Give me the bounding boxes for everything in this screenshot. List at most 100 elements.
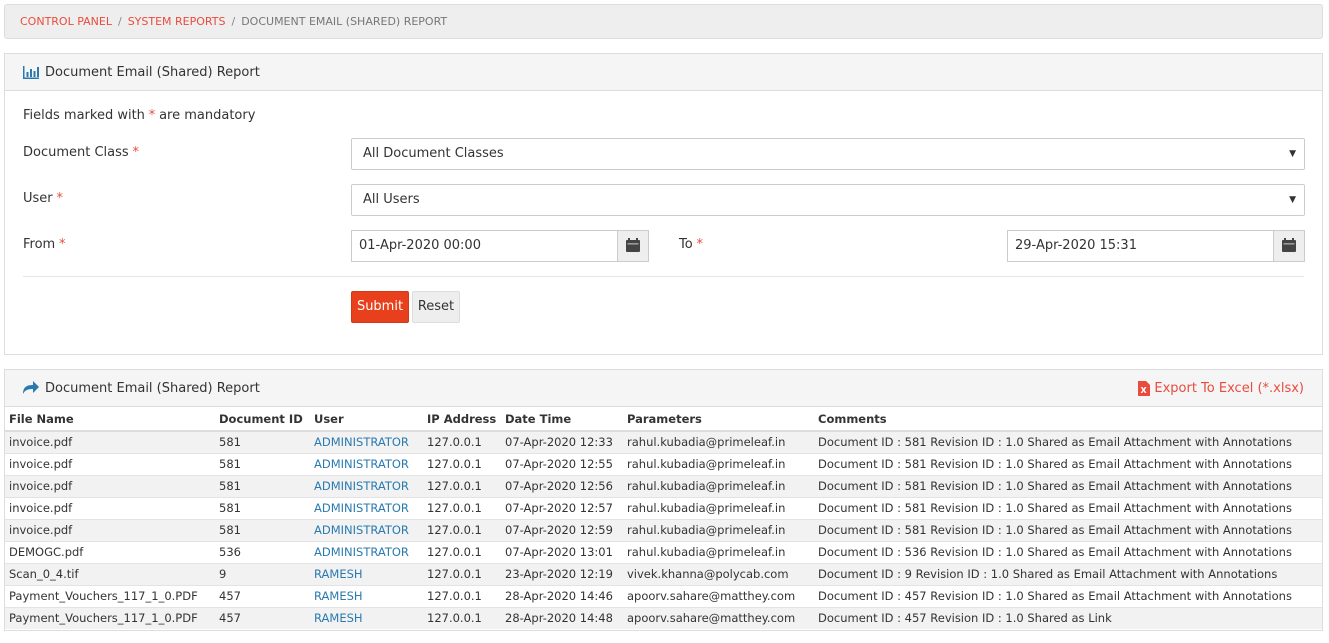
cell-user: ADMINISTRATOR	[310, 540, 423, 563]
column-header-comments[interactable]: Comments	[814, 407, 1322, 432]
document-class-select[interactable]: All Document Classes ▼	[351, 138, 1305, 170]
cell-user: ADMINISTRATOR	[310, 474, 423, 497]
report-table: File Name Document ID User IP Address Da…	[5, 407, 1322, 629]
user-link[interactable]: RAMESH	[314, 589, 363, 603]
cell-ip-address: 127.0.0.1	[423, 606, 501, 629]
cell-date-time: 23-Apr-2020 12:19	[501, 562, 623, 585]
share-arrow-icon	[23, 381, 39, 395]
required-marker: *	[56, 191, 63, 206]
breadcrumb-link-system-reports[interactable]: SYSTEM REPORTS	[128, 15, 226, 28]
cell-comments: Document ID : 581 Revision ID : 1.0 Shar…	[814, 452, 1322, 475]
cell-parameters: rahul.kubadia@primeleaf.in	[623, 540, 814, 563]
cell-user: ADMINISTRATOR	[310, 496, 423, 519]
column-header-document-id[interactable]: Document ID	[215, 407, 310, 432]
mandatory-note: Fields marked with * are mandatory	[23, 108, 255, 123]
cell-file-name: invoice.pdf	[5, 452, 215, 475]
user-link[interactable]: RAMESH	[314, 611, 363, 625]
report-filter-panel: Document Email (Shared) Report Fields ma…	[4, 53, 1323, 355]
cell-date-time: 07-Apr-2020 12:57	[501, 496, 623, 519]
table-header-row: File Name Document ID User IP Address Da…	[5, 407, 1322, 432]
cell-parameters: vivek.khanna@polycab.com	[623, 562, 814, 585]
table-row: Payment_Vouchers_117_1_0.PDF 457 RAMESH …	[5, 606, 1322, 629]
cell-document-id: 536	[215, 540, 310, 563]
cell-document-id: 581	[215, 496, 310, 519]
cell-user: ADMINISTRATOR	[310, 430, 423, 453]
chevron-down-icon: ▼	[1289, 195, 1296, 205]
cell-parameters: rahul.kubadia@primeleaf.in	[623, 430, 814, 453]
cell-document-id: 581	[215, 518, 310, 541]
breadcrumb-link-control-panel[interactable]: CONTROL PANEL	[20, 15, 112, 28]
from-label: From	[23, 237, 56, 252]
cell-parameters: rahul.kubadia@primeleaf.in	[623, 452, 814, 475]
from-label-row: From *	[23, 237, 66, 252]
cell-comments: Document ID : 457 Revision ID : 1.0 Shar…	[814, 584, 1322, 607]
cell-parameters: rahul.kubadia@primeleaf.in	[623, 474, 814, 497]
from-calendar-button[interactable]	[617, 230, 649, 262]
cell-date-time: 07-Apr-2020 13:01	[501, 540, 623, 563]
document-class-label: Document Class	[23, 145, 129, 160]
report-results-panel: Document Email (Shared) Report X Export …	[4, 369, 1323, 631]
bar-chart-icon	[23, 65, 39, 79]
cell-file-name: DEMOGC.pdf	[5, 540, 215, 563]
user-select[interactable]: All Users ▼	[351, 184, 1305, 216]
cell-ip-address: 127.0.0.1	[423, 474, 501, 497]
table-row: invoice.pdf 581 ADMINISTRATOR 127.0.0.1 …	[5, 496, 1322, 519]
cell-parameters: rahul.kubadia@primeleaf.in	[623, 518, 814, 541]
svg-text:X: X	[1141, 386, 1148, 395]
cell-user: ADMINISTRATOR	[310, 518, 423, 541]
user-link[interactable]: ADMINISTRATOR	[314, 457, 409, 471]
cell-date-time: 28-Apr-2020 14:48	[501, 606, 623, 629]
column-header-file-name[interactable]: File Name	[5, 407, 215, 432]
cell-document-id: 581	[215, 452, 310, 475]
user-label-row: User *	[23, 191, 63, 206]
user-link[interactable]: ADMINISTRATOR	[314, 501, 409, 515]
cell-comments: Document ID : 457 Revision ID : 1.0 Shar…	[814, 606, 1322, 629]
results-panel-heading: Document Email (Shared) Report X Export …	[5, 370, 1322, 407]
cell-ip-address: 127.0.0.1	[423, 496, 501, 519]
cell-date-time: 07-Apr-2020 12:56	[501, 474, 623, 497]
user-link[interactable]: ADMINISTRATOR	[314, 479, 409, 493]
export-excel-button[interactable]: X Export To Excel (*.xlsx)	[1138, 380, 1304, 396]
user-link[interactable]: ADMINISTRATOR	[314, 523, 409, 537]
cell-document-id: 581	[215, 430, 310, 453]
cell-file-name: Payment_Vouchers_117_1_0.PDF	[5, 606, 215, 629]
reset-button[interactable]: Reset	[412, 291, 460, 323]
user-label: User	[23, 191, 53, 206]
from-date-input[interactable]: 01-Apr-2020 00:00	[351, 230, 618, 262]
cell-user: RAMESH	[310, 562, 423, 585]
column-header-user[interactable]: User	[310, 407, 423, 432]
user-link[interactable]: ADMINISTRATOR	[314, 545, 409, 559]
cell-comments: Document ID : 581 Revision ID : 1.0 Shar…	[814, 518, 1322, 541]
cell-ip-address: 127.0.0.1	[423, 430, 501, 453]
to-label-row: To *	[679, 237, 703, 252]
cell-ip-address: 127.0.0.1	[423, 584, 501, 607]
cell-comments: Document ID : 9 Revision ID : 1.0 Shared…	[814, 562, 1322, 585]
submit-button[interactable]: Submit	[351, 291, 409, 323]
cell-file-name: Payment_Vouchers_117_1_0.PDF	[5, 584, 215, 607]
cell-parameters: apoorv.sahare@matthey.com	[623, 606, 814, 629]
table-row: invoice.pdf 581 ADMINISTRATOR 127.0.0.1 …	[5, 474, 1322, 497]
document-class-selected: All Document Classes	[363, 146, 504, 161]
column-header-ip-address[interactable]: IP Address	[423, 407, 501, 432]
chevron-down-icon: ▼	[1289, 149, 1296, 159]
cell-document-id: 457	[215, 584, 310, 607]
calendar-icon	[626, 237, 640, 255]
user-link[interactable]: ADMINISTRATOR	[314, 435, 409, 449]
column-header-date-time[interactable]: Date Time	[501, 407, 623, 432]
user-link[interactable]: RAMESH	[314, 567, 363, 581]
to-date-input[interactable]: 29-Apr-2020 15:31	[1007, 230, 1274, 262]
filter-panel-title: Document Email (Shared) Report	[45, 64, 260, 80]
user-selected: All Users	[363, 192, 420, 207]
cell-parameters: rahul.kubadia@primeleaf.in	[623, 496, 814, 519]
required-marker: *	[59, 237, 66, 252]
form-divider	[23, 276, 1304, 277]
cell-date-time: 07-Apr-2020 12:55	[501, 452, 623, 475]
breadcrumb-current: DOCUMENT EMAIL (SHARED) REPORT	[241, 15, 448, 28]
column-header-parameters[interactable]: Parameters	[623, 407, 814, 432]
to-calendar-button[interactable]	[1273, 230, 1305, 262]
mandatory-note-suffix: are mandatory	[159, 108, 256, 123]
cell-date-time: 28-Apr-2020 14:46	[501, 584, 623, 607]
excel-file-icon: X	[1138, 380, 1151, 396]
cell-user: RAMESH	[310, 584, 423, 607]
table-row: invoice.pdf 581 ADMINISTRATOR 127.0.0.1 …	[5, 518, 1322, 541]
